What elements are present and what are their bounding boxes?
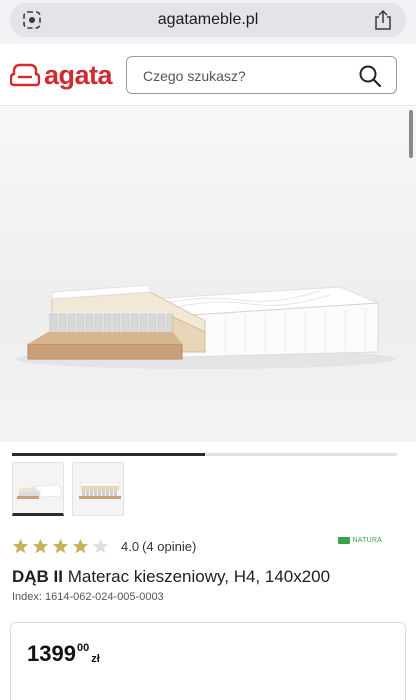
url-text[interactable]: agatameble.pl <box>10 11 406 29</box>
rating-row[interactable]: 4.0 (4 opinie) NATURA <box>12 535 404 557</box>
badge-label: NATURA <box>352 537 382 544</box>
natura-badge: NATURA <box>337 537 382 544</box>
logo-text: agata <box>44 59 113 90</box>
price-card: 1399 00 zł <box>10 622 406 700</box>
agata-logo[interactable]: agata <box>10 57 113 93</box>
price-cents: 00 <box>76 642 90 654</box>
page-scrollbar[interactable] <box>409 110 413 158</box>
product-image[interactable] <box>0 107 416 442</box>
star-filled-icon <box>12 538 29 553</box>
gallery-thumbnails <box>12 462 124 520</box>
star-filled-icon <box>72 538 89 553</box>
gallery-progress-track <box>12 453 397 456</box>
address-bar[interactable]: agatameble.pl <box>10 3 406 37</box>
product-brand: DĄB II <box>12 567 63 586</box>
price-currency: zł <box>91 653 100 665</box>
star-empty-icon <box>92 538 109 553</box>
gallery-thumbnail-2[interactable] <box>72 462 124 516</box>
search-input[interactable]: Czego szukasz? <box>126 56 397 94</box>
product-price: 1399 00 zł <box>27 643 100 665</box>
leaf-icon <box>337 537 350 544</box>
reviews-count-link[interactable]: (4 opinie) <box>142 539 196 554</box>
product-name: Materac kieszeniowy, H4, 140x200 <box>63 567 331 586</box>
mattress-image <box>15 284 395 369</box>
product-title: DĄB II Materac kieszeniowy, H4, 140x200 <box>12 567 330 587</box>
browser-bar: agatameble.pl <box>0 0 416 44</box>
product-index: Index: 1614-062-024-005-0003 <box>12 591 164 603</box>
rating-stars <box>12 538 109 555</box>
rating-value: 4.0 <box>121 538 140 554</box>
search-placeholder: Czego szukasz? <box>143 68 246 84</box>
mattress-thumbnail-image <box>13 463 63 513</box>
gallery-thumbnail-1[interactable] <box>12 462 64 516</box>
gallery-progress-fill <box>12 453 205 456</box>
share-icon[interactable] <box>374 9 392 31</box>
mattress-layers-thumbnail-image <box>73 463 123 515</box>
site-header: agata Czego szukasz? <box>0 44 416 106</box>
sofa-logo-icon <box>10 63 40 87</box>
star-filled-icon <box>52 538 69 553</box>
star-filled-icon <box>32 538 49 553</box>
search-icon[interactable] <box>358 64 382 88</box>
price-main: 1399 <box>27 641 76 666</box>
